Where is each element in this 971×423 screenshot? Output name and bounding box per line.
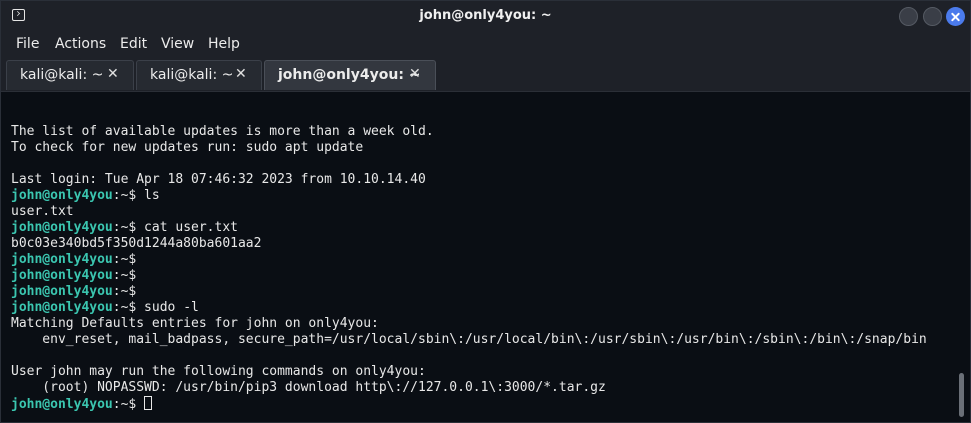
output-line: To check for new updates run: sudo apt u… (11, 140, 364, 155)
tab-close-icon[interactable]: ✕ (409, 66, 421, 82)
tab-label: john@only4you: ~ (278, 67, 421, 83)
menu-file[interactable]: File (16, 36, 39, 52)
prompt-suffix: :~$ (112, 220, 137, 235)
prompt-user: john@only4you (11, 300, 113, 315)
output-line: User john may run the following commands… (11, 364, 426, 379)
menu-bar: File Actions Edit View Help (1, 31, 970, 57)
prompt-suffix: :~$ (112, 284, 137, 299)
text-cursor (144, 396, 153, 410)
title-bar[interactable]: john@only4you: ~ (1, 1, 970, 31)
scrollbar-thumb[interactable] (959, 373, 964, 417)
prompt-line: john@only4you:~$ sudo -l (11, 300, 199, 316)
output-line: (root) NOPASSWD: /usr/bin/pip3 download … (11, 380, 606, 395)
prompt-user: john@only4you (11, 252, 113, 267)
menu-actions[interactable]: Actions (55, 36, 106, 52)
prompt-line: john@only4you:~$ (11, 252, 136, 268)
prompt-user: john@only4you (11, 220, 113, 235)
prompt-user: john@only4you (11, 268, 113, 283)
tab-label: kali@kali: ~ (150, 67, 234, 83)
prompt-line: john@only4you:~$ (11, 268, 136, 284)
menu-help[interactable]: Help (208, 36, 240, 52)
command-text: cat user.txt (136, 220, 238, 235)
prompt-line: john@only4you:~$ cat user.txt (11, 220, 238, 236)
menu-view[interactable]: View (161, 36, 194, 52)
minimize-button[interactable] (899, 7, 918, 26)
tab-kali-2[interactable]: kali@kali: ~ ✕ (136, 60, 262, 90)
output-line: user.txt (11, 204, 74, 219)
tab-close-icon[interactable]: ✕ (107, 66, 119, 82)
terminal-output[interactable]: The list of available updates is more th… (1, 92, 970, 422)
close-window-button[interactable] (946, 7, 965, 26)
command-text: ls (136, 188, 160, 203)
prompt-suffix: :~$ (112, 188, 137, 203)
active-prompt-line[interactable]: john@only4you:~$ (11, 396, 153, 412)
prompt-line: john@only4you:~$ ls (11, 188, 160, 204)
tab-bar: kali@kali: ~ ✕ kali@kali: ~ ✕ john@only4… (1, 57, 970, 92)
prompt-suffix: :~$ (112, 268, 137, 283)
output-line: The list of available updates is more th… (11, 124, 434, 139)
tab-kali-1[interactable]: kali@kali: ~ ✕ (6, 60, 134, 90)
prompt-user: john@only4you (11, 188, 113, 203)
terminal-window: john@only4you: ~ File Actions Edit View … (0, 0, 971, 423)
maximize-button[interactable] (923, 7, 942, 26)
window-title: john@only4you: ~ (419, 8, 552, 23)
prompt-user: john@only4you (11, 397, 113, 412)
menu-edit[interactable]: Edit (120, 36, 147, 52)
output-line: env_reset, mail_badpass, secure_path=/us… (11, 332, 927, 347)
output-line: Last login: Tue Apr 18 07:46:32 2023 fro… (11, 172, 426, 187)
command-text: sudo -l (136, 300, 199, 315)
output-line: Matching Defaults entries for john on on… (11, 316, 379, 331)
prompt-user: john@only4you (11, 284, 113, 299)
output-line: b0c03e340bd5f350d1244a80ba601aa2 (11, 236, 262, 251)
tab-close-icon[interactable]: ✕ (235, 66, 247, 82)
prompt-line: john@only4you:~$ (11, 284, 136, 300)
prompt-suffix: :~$ (112, 300, 137, 315)
prompt-suffix: :~$ (112, 397, 137, 412)
prompt-suffix: :~$ (112, 252, 137, 267)
command-text (136, 397, 144, 412)
tab-label: kali@kali: ~ (20, 67, 104, 83)
tab-john-only4you[interactable]: john@only4you: ~ ✕ (264, 60, 436, 90)
